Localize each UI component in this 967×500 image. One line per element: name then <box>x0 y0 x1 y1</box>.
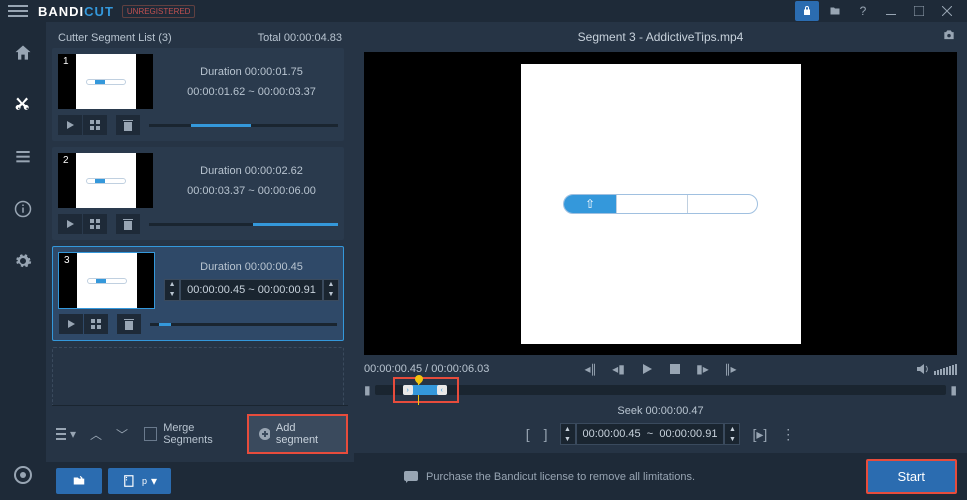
segment-item[interactable]: 1 Duration 00:00:01.75 00:00:01.62 ~ 00:… <box>52 48 344 141</box>
volume-icon[interactable] <box>916 363 930 375</box>
next-segment-icon[interactable]: ∥▸ <box>720 359 742 379</box>
start-button[interactable]: Start <box>866 459 957 494</box>
segment-duration: Duration 00:00:02.62 <box>200 165 303 177</box>
segment-duration: Duration 00:00:00.45 <box>200 261 303 273</box>
play-range-icon[interactable]: [▸] <box>750 426 769 443</box>
help-button[interactable]: ? <box>851 1 875 21</box>
timeline-selection[interactable]: › ‹ <box>403 381 447 399</box>
app-logo: BANDICUT <box>38 4 114 19</box>
segment-item-selected[interactable]: 3 Duration 00:00:00.45 ▲▼ 00:00:00.45 ~ … <box>52 246 344 341</box>
hamburger-menu[interactable] <box>8 2 28 20</box>
seek-start-time[interactable]: 00:00:00.45 <box>583 428 641 440</box>
merge-segments-checkbox[interactable]: Merge Segments <box>144 422 241 446</box>
grid-icon[interactable] <box>84 314 108 334</box>
timeline-start-icon[interactable]: ▮ <box>364 383 371 397</box>
segment-thumbnail[interactable]: 1 <box>58 54 153 109</box>
segment-placeholder <box>52 347 344 405</box>
step-back-icon[interactable]: ◂▮ <box>608 359 630 379</box>
start-time[interactable]: 00:00:00.45 <box>187 284 245 296</box>
segment-range: 00:00:03.37 ~ 00:00:06.00 <box>187 185 316 197</box>
segment-progress[interactable] <box>150 323 337 326</box>
project-button[interactable]: p ▾ <box>108 468 171 494</box>
folder-button[interactable] <box>823 1 847 21</box>
segment-list: 1 Duration 00:00:01.75 00:00:01.62 ~ 00:… <box>52 48 348 405</box>
seek-end-time[interactable]: 00:00:00.91 <box>659 428 717 440</box>
set-in-point[interactable]: [ <box>524 426 532 442</box>
playback-time: 00:00:00.45 / 00:00:06.03 <box>364 363 489 375</box>
segment-range: 00:00:01.62 ~ 00:00:03.37 <box>187 86 316 98</box>
start-time-spinner[interactable]: ▲▼ <box>164 279 180 301</box>
play-icon[interactable] <box>58 115 82 135</box>
seek-menu-icon[interactable]: ⋮ <box>779 426 797 443</box>
purchase-notice: Purchase the Bandicut license to remove … <box>404 471 695 483</box>
seek-start-spinner[interactable]: ▲▼ <box>560 423 576 445</box>
settings-icon[interactable] <box>10 248 36 274</box>
grid-icon[interactable] <box>83 214 107 234</box>
stop-icon[interactable] <box>664 359 686 379</box>
lock-button[interactable] <box>795 1 819 21</box>
end-time-spinner[interactable]: ▲▼ <box>323 279 339 301</box>
segment-duration: Duration 00:00:01.75 <box>200 66 303 78</box>
volume-slider[interactable] <box>934 364 957 375</box>
info-icon[interactable] <box>10 196 36 222</box>
delete-icon[interactable] <box>117 314 141 334</box>
selection-start-handle[interactable]: › <box>403 385 413 395</box>
set-out-point[interactable]: ] <box>542 426 550 442</box>
preview-title: Segment 3 - AddictiveTips.mp4 <box>578 30 744 44</box>
segment-thumbnail[interactable]: 2 <box>58 153 153 208</box>
segment-list-total: Total 00:00:04.83 <box>258 32 342 44</box>
segment-item[interactable]: 2 Duration 00:00:02.62 00:00:03.37 ~ 00:… <box>52 147 344 240</box>
delete-icon[interactable] <box>116 214 140 234</box>
timeline[interactable]: › ‹ <box>375 385 947 395</box>
record-icon[interactable] <box>14 466 32 484</box>
move-down-icon[interactable]: ﹀ <box>112 422 132 447</box>
seek-end-spinner[interactable]: ▲▼ <box>724 423 740 445</box>
end-time[interactable]: 00:00:00.91 <box>258 284 316 296</box>
minimize-button[interactable] <box>879 1 903 21</box>
timeline-end-icon[interactable]: ▮ <box>950 383 957 397</box>
selection-end-handle[interactable]: ‹ <box>437 385 447 395</box>
maximize-button[interactable] <box>907 1 931 21</box>
cut-icon[interactable] <box>10 92 36 118</box>
video-preview[interactable]: ⇧ <box>364 52 957 355</box>
screenshot-icon[interactable] <box>941 28 957 42</box>
unregistered-badge: UNREGISTERED <box>122 5 196 18</box>
segment-progress[interactable] <box>149 223 338 226</box>
seek-label: Seek 00:00:00.47 <box>617 405 703 417</box>
segment-list-title: Cutter Segment List (3) <box>58 32 172 44</box>
play-icon[interactable] <box>58 214 82 234</box>
move-up-icon[interactable]: ︿ <box>86 422 106 447</box>
segment-progress[interactable] <box>149 124 338 127</box>
segment-thumbnail[interactable]: 3 <box>59 253 154 308</box>
grid-icon[interactable] <box>83 115 107 135</box>
play-icon[interactable] <box>59 314 83 334</box>
close-button[interactable] <box>935 1 959 21</box>
list-menu-icon[interactable]: ▾ <box>52 423 80 445</box>
prev-segment-icon[interactable]: ◂∥ <box>580 359 602 379</box>
home-icon[interactable] <box>10 40 36 66</box>
tracks-icon[interactable] <box>10 144 36 170</box>
open-file-button[interactable] <box>56 468 102 494</box>
add-segment-button[interactable]: Add segment <box>247 414 348 454</box>
delete-icon[interactable] <box>116 115 140 135</box>
step-forward-icon[interactable]: ▮▸ <box>692 359 714 379</box>
preview-content: ⇧ <box>563 194 758 214</box>
play-icon[interactable] <box>636 359 658 379</box>
